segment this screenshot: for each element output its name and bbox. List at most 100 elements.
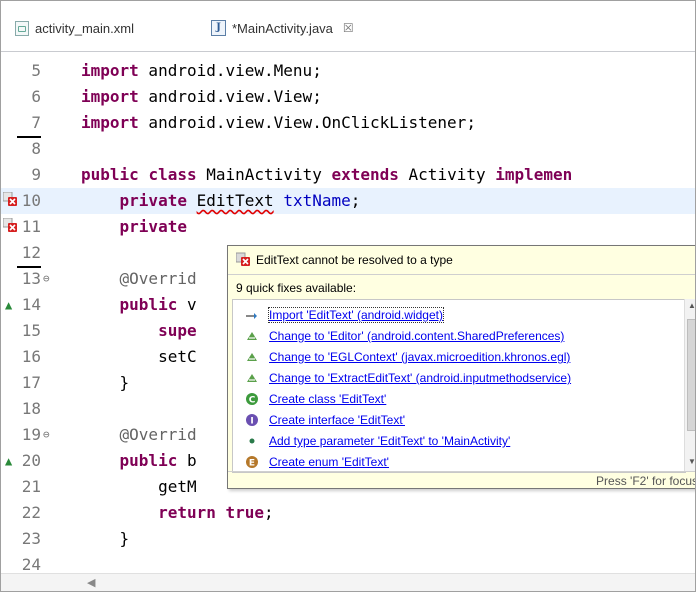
code-line[interactable]: 6 import android.view.View;	[1, 84, 695, 110]
code-text: public b	[81, 448, 197, 474]
quick-fix-link[interactable]: Create class 'EditText'	[269, 392, 386, 406]
line-number: 22	[21, 503, 41, 522]
code-token: return	[158, 503, 216, 522]
gutter-error-icon[interactable]	[3, 192, 17, 206]
line-number: 8	[31, 139, 41, 158]
quick-fix-count-label: 9 quick fixes available:	[236, 281, 357, 295]
code-token: true	[225, 503, 265, 522]
quick-fix-popup: EditText cannot be resolved to a type 9 …	[227, 245, 695, 489]
code-token: private	[119, 217, 187, 236]
java-file-icon: J	[211, 20, 226, 36]
code-token: public	[119, 295, 178, 314]
code-text: @Overrid	[81, 422, 197, 448]
quick-fix-link[interactable]: Change to 'ExtractEditText' (android.inp…	[269, 371, 571, 385]
change-icon	[247, 374, 257, 382]
line-number: 15	[21, 321, 41, 340]
quick-fix-link[interactable]: Create interface 'EditText'	[269, 413, 405, 427]
line-number: 11	[21, 217, 41, 236]
code-line[interactable]: 11 private	[1, 214, 695, 240]
code-text: }	[81, 370, 130, 396]
quick-fix-count: 9 quick fixes available:	[228, 275, 695, 299]
code-line[interactable]: 8	[1, 136, 695, 162]
quick-fix-item[interactable]: Change to 'EGLContext' (javax.microediti…	[233, 346, 685, 368]
line-number: 20	[21, 451, 41, 470]
code-line[interactable]: 22 return true;	[1, 500, 695, 526]
tab-main-activity-java[interactable]: J *MainActivity.java ☒	[211, 17, 354, 39]
editor-tab-bar: activity_main.xml J *MainActivity.java ☒	[1, 1, 695, 52]
svg-text:C: C	[249, 396, 256, 406]
quick-fix-link[interactable]: Import 'EditText' (android.widget)	[268, 307, 444, 323]
code-line[interactable]: 10 private EditText txtName;	[1, 188, 695, 214]
code-text: getM	[81, 474, 197, 500]
tab-label: *MainActivity.java	[232, 20, 333, 36]
fold-toggle-icon[interactable]: ⊖	[43, 266, 50, 292]
quick-fix-link[interactable]: Change to 'Editor' (android.content.Shar…	[269, 329, 564, 343]
code-token: @Overrid	[119, 269, 197, 288]
line-number: 17	[21, 373, 41, 392]
quick-fix-item[interactable]: Add type parameter 'EditText' to 'MainAc…	[233, 430, 685, 452]
quick-fix-item[interactable]: I Create interface 'EditText'	[233, 409, 685, 431]
type-param-icon	[249, 438, 255, 444]
code-token: MainActivity	[196, 165, 332, 184]
code-text: public class MainActivity extends Activi…	[81, 162, 572, 188]
quick-fix-link[interactable]: Create enum 'EditText'	[269, 455, 389, 469]
scroll-down-icon[interactable]: ▼	[688, 457, 695, 466]
override-marker-icon: ▲	[5, 298, 13, 312]
enum-icon: E	[246, 456, 258, 469]
code-line[interactable]: 7 import android.view.View.OnClickListene…	[1, 110, 695, 138]
code-token: supe	[158, 321, 197, 340]
import-icon	[246, 313, 257, 319]
code-token: }	[81, 373, 130, 392]
code-text: public v	[81, 292, 197, 318]
line-number: 19	[21, 425, 41, 444]
code-text: private EditText txtName;	[81, 188, 361, 214]
quick-fix-link[interactable]: Change to 'EGLContext' (javax.microediti…	[269, 350, 570, 364]
code-token: import	[81, 61, 139, 80]
line-number: 12	[17, 240, 41, 268]
error-message: EditText cannot be resolved to a type	[256, 253, 453, 267]
code-token: @Overrid	[119, 425, 197, 444]
line-number: 16	[21, 347, 41, 366]
tab-label: activity_main.xml	[35, 20, 134, 36]
fold-toggle-icon[interactable]: ⊖	[43, 422, 50, 448]
code-text: import android.view.View.OnClickListener…	[81, 110, 476, 136]
code-token: txtName	[283, 191, 351, 210]
quick-fix-item[interactable]: Change to 'Editor' (android.content.Shar…	[233, 325, 685, 347]
quick-fix-footer: Press 'F2' for focus	[228, 471, 695, 489]
quick-fix-item[interactable]: Change to 'ExtractEditText' (android.inp…	[233, 367, 685, 389]
quick-fix-link[interactable]: Add type parameter 'EditText' to 'MainAc…	[269, 434, 510, 448]
horizontal-scrollbar[interactable]: ◀	[1, 573, 695, 591]
code-line[interactable]: 9 public class MainActivity extends Activ…	[1, 162, 695, 188]
code-token: v	[177, 295, 197, 314]
scrollbar-thumb[interactable]	[687, 319, 695, 431]
code-text: supe	[81, 318, 197, 344]
code-line[interactable]: 23 }	[1, 526, 695, 552]
code-token: import	[81, 87, 139, 106]
tab-activity-main-xml[interactable]: activity_main.xml	[15, 17, 134, 39]
line-number: 5	[31, 61, 41, 80]
gutter-error-icon[interactable]	[3, 218, 17, 232]
close-tab-icon[interactable]: ☒	[343, 21, 354, 35]
scroll-left-icon[interactable]: ◀	[87, 576, 95, 589]
quick-fix-scrollbar[interactable]: ▲ ▼	[684, 299, 695, 471]
code-token: ;	[264, 503, 274, 522]
xml-file-icon	[15, 20, 29, 36]
line-number: 14	[21, 295, 41, 314]
code-token: private	[119, 191, 187, 210]
quick-fix-item[interactable]: C Create class 'EditText'	[233, 388, 685, 410]
code-line[interactable]: 5 import android.view.Menu;	[1, 58, 695, 84]
scroll-up-icon[interactable]: ▲	[688, 301, 695, 310]
line-number: 6	[31, 87, 41, 106]
code-token: android.view.Menu;	[138, 61, 322, 80]
quick-fix-list[interactable]: Import 'EditText' (android.widget) Change…	[232, 299, 686, 473]
change-icon	[247, 353, 257, 361]
quick-fix-item[interactable]: E Create enum 'EditText'	[233, 451, 685, 472]
quick-fix-item[interactable]: Import 'EditText' (android.widget)	[233, 304, 685, 326]
